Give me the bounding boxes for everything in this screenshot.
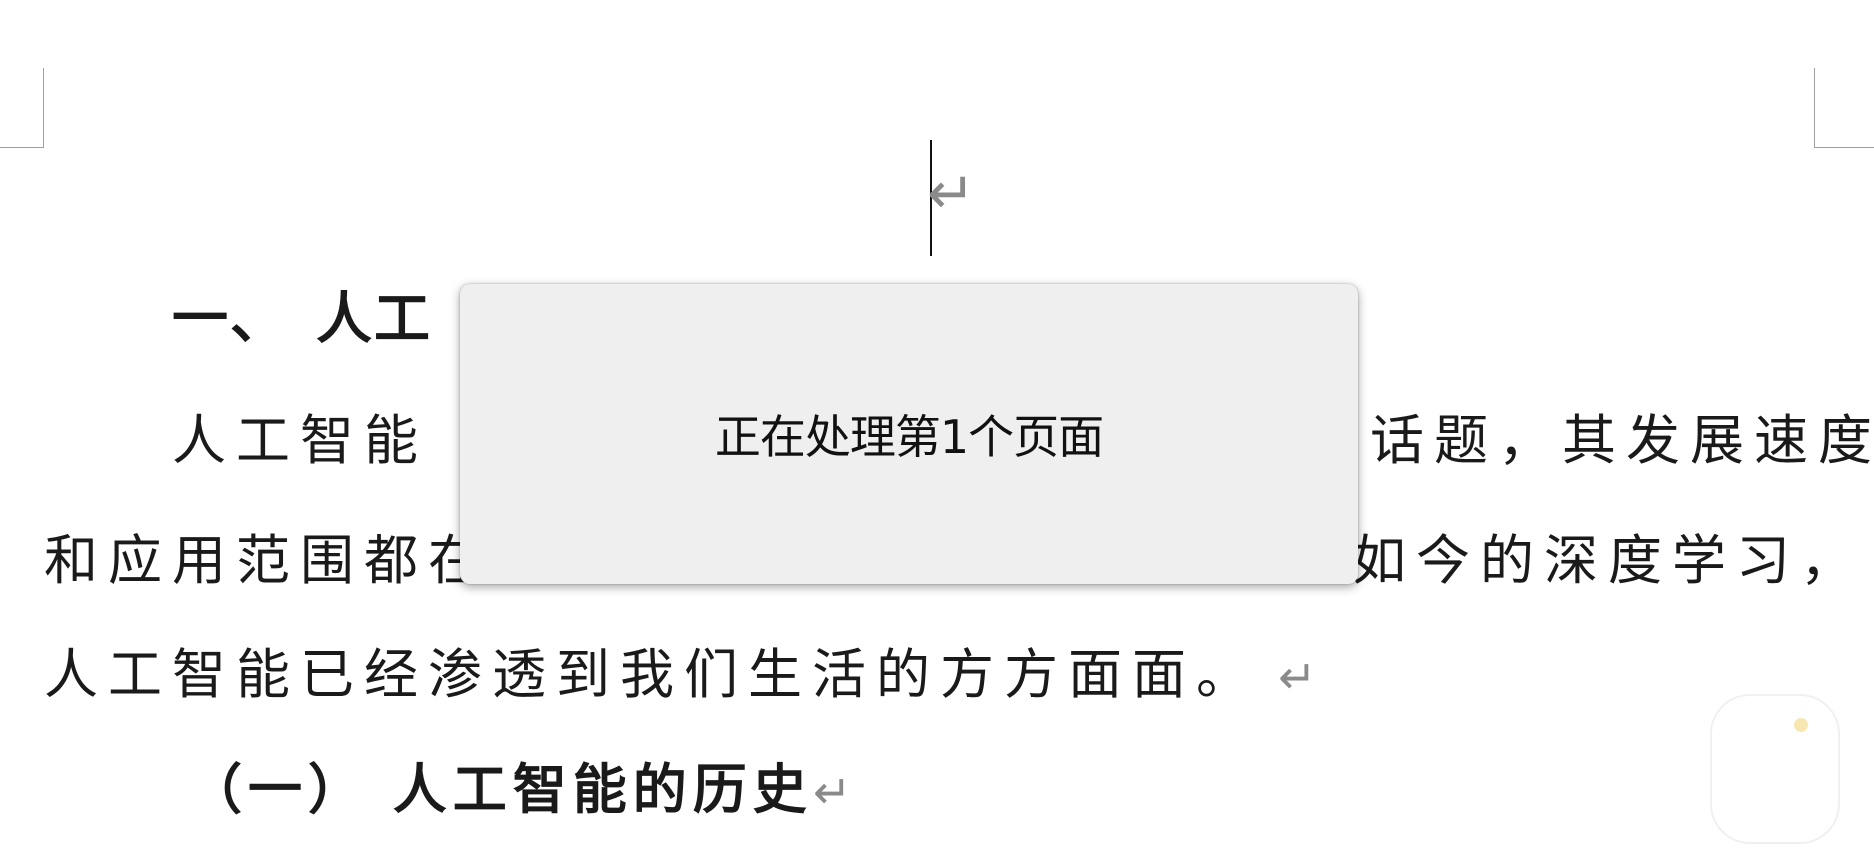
paragraph-mark-icon: ↵ [812,765,852,819]
heading-2-text: （一） 人工智能的历史 [188,757,813,821]
floating-assistant-widget[interactable] [1710,694,1840,844]
assistant-indicator-icon [1794,718,1808,732]
heading-level-1[interactable]: 一、 人工 [172,292,432,348]
processing-dialog: 正在处理第1个页面 [460,284,1358,584]
heading-text: 人工 [316,287,432,352]
paragraph-mark-icon: ↵ [1278,650,1327,704]
page-corner-mark-top-right [1814,68,1874,148]
heading-number: 一、 [172,287,288,352]
paragraph-line-3-text: 人工智能已经渗透到我们生活的方方面面。 [44,643,1260,706]
paragraph-line-1-right[interactable]: 话题，其发展速度 [1370,414,1874,468]
paragraph-line-1-left[interactable]: 人工智能（ [172,414,492,468]
page-corner-mark-top-left [0,68,44,148]
paragraph-line-2-left[interactable]: 和应用范围都在 [44,534,492,588]
heading-level-2[interactable]: （一） 人工智能的历史↵ [188,762,851,816]
paragraph-line-2-right[interactable]: 如今的深度学习， [1352,534,1864,588]
paragraph-mark-icon: ↵ [927,159,976,227]
paragraph-line-3[interactable]: 人工智能已经渗透到我们生活的方方面面。 ↵ [44,648,1327,702]
processing-message: 正在处理第1个页面 [714,410,1104,464]
